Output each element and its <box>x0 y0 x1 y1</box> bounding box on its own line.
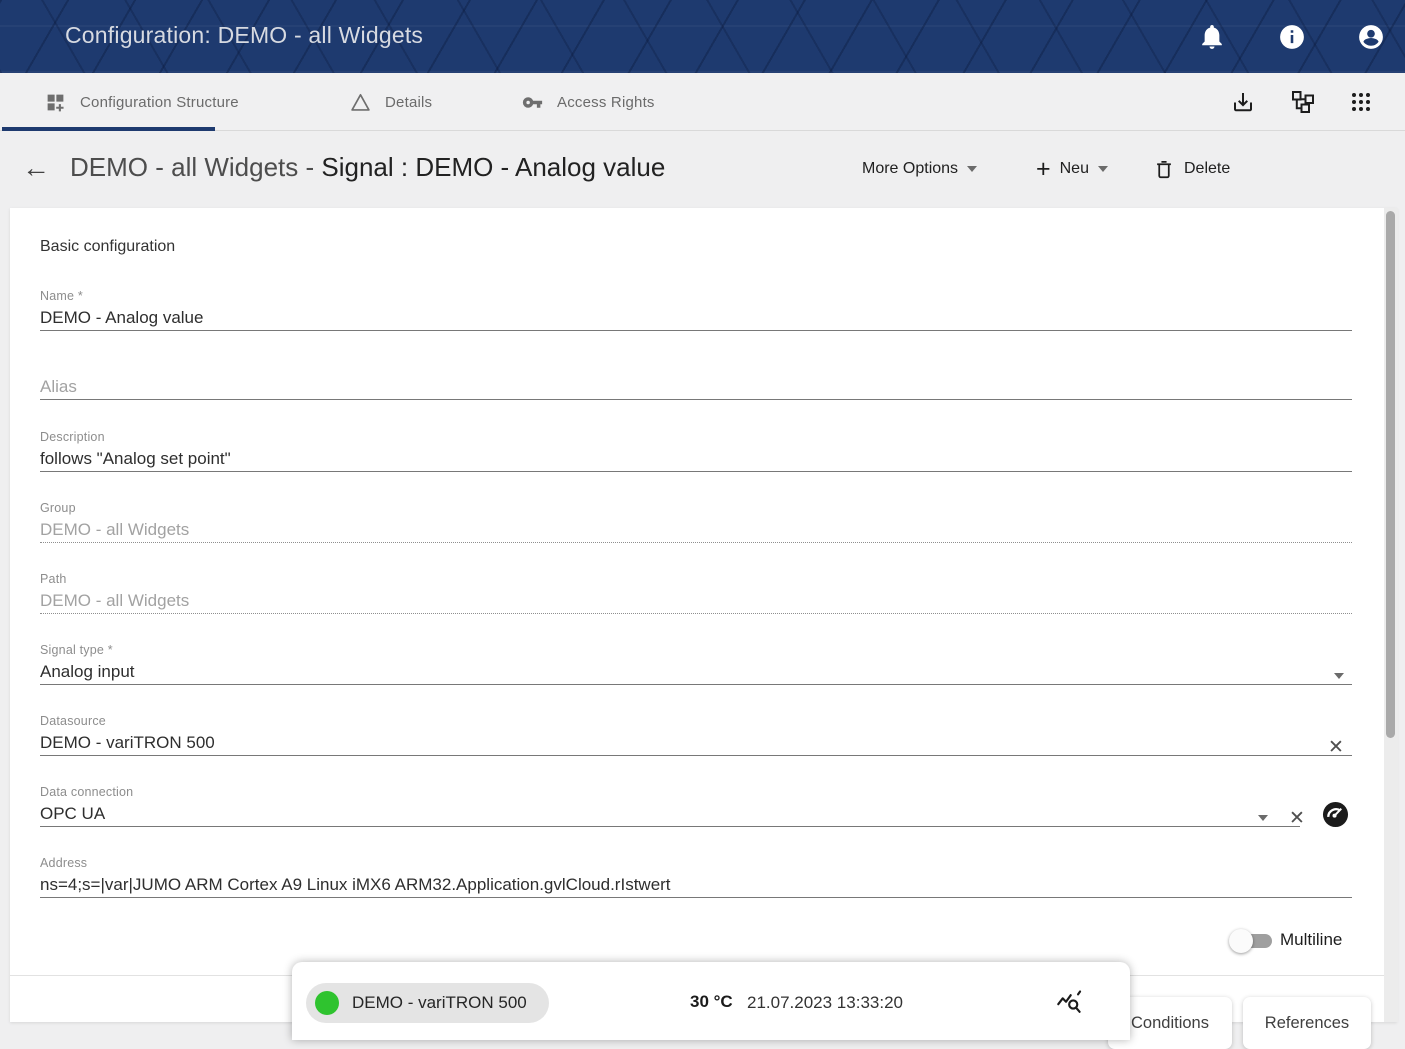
field-label: Name * <box>40 289 1352 304</box>
tab-label: Configuration Structure <box>80 94 239 111</box>
app-bar: Configuration: DEMO - all Widgets <box>0 0 1405 73</box>
field-label: Group <box>40 501 1352 516</box>
plus-icon: + <box>1036 156 1051 182</box>
app-title: Configuration: DEMO - all Widgets <box>65 22 423 49</box>
back-arrow-icon[interactable]: ← <box>22 149 50 187</box>
new-label: Neu <box>1060 160 1089 178</box>
download-icon[interactable] <box>1231 90 1255 114</box>
device-chip[interactable]: DEMO - variTRON 500 <box>306 983 549 1023</box>
toolbar: ← DEMO - all Widgets - Signal : DEMO - A… <box>0 131 1405 208</box>
more-options-button[interactable]: More Options <box>862 154 977 184</box>
field-label: Data connection <box>40 785 1300 800</box>
chevron-down-icon[interactable] <box>1258 815 1268 821</box>
toggle-knob[interactable] <box>1229 929 1253 953</box>
temperature-value: 30 °C <box>690 992 733 1012</box>
info-icon[interactable] <box>1278 23 1306 51</box>
delete-label: Delete <box>1184 160 1230 178</box>
path-field: Path DEMO - all Widgets <box>40 572 1352 614</box>
chevron-down-icon <box>967 166 977 172</box>
field-value: DEMO - all Widgets <box>40 520 1352 542</box>
alias-field[interactable]: Alias <box>40 358 1352 400</box>
more-options-label: More Options <box>862 160 958 178</box>
signal-type-select[interactable]: Signal type * Analog input <box>40 643 1352 685</box>
field-value[interactable]: Analog input <box>40 662 1352 684</box>
warning-triangle-icon <box>350 92 371 113</box>
field-value[interactable]: DEMO - variTRON 500 <box>40 733 1352 755</box>
tab-details[interactable]: Details <box>350 73 432 131</box>
field-value: DEMO - all Widgets <box>40 591 1352 613</box>
address-field[interactable]: Address ns=4;s=|var|JUMO ARM Cortex A9 L… <box>40 856 1352 898</box>
trash-icon <box>1153 158 1175 180</box>
description-field[interactable]: Description follows "Analog set point" <box>40 430 1352 472</box>
scrollbar-thumb[interactable] <box>1386 211 1395 738</box>
timestamp: 21.07.2023 13:33:20 <box>747 993 903 1013</box>
online-status-dot-icon <box>315 991 339 1015</box>
multiline-label: Multiline <box>1280 930 1342 950</box>
device-status-bar: DEMO - variTRON 500 30 °C 21.07.2023 13:… <box>292 962 1130 1040</box>
field-label: Path <box>40 572 1352 587</box>
new-button[interactable]: + Neu <box>1036 154 1108 184</box>
group-field: Group DEMO - all Widgets <box>40 501 1352 543</box>
chevron-down-icon[interactable] <box>1334 673 1344 679</box>
clear-icon[interactable]: ✕ <box>1328 738 1344 757</box>
field-value[interactable]: follows "Analog set point" <box>40 449 1352 471</box>
tab-access-rights[interactable]: Access Rights <box>522 73 655 131</box>
section-title: Basic configuration <box>40 238 175 256</box>
notifications-bell-icon[interactable] <box>1198 23 1226 51</box>
scrollbar-track <box>1384 208 1398 1022</box>
device-name: DEMO - variTRON 500 <box>352 993 527 1013</box>
connection-test-gauge-icon[interactable] <box>1322 801 1349 828</box>
page-title: DEMO - all Widgets - Signal : DEMO - Ana… <box>70 152 665 183</box>
references-button[interactable]: References <box>1243 997 1371 1049</box>
data-connection-select[interactable]: Data connection OPC UA ✕ <box>40 785 1300 827</box>
delete-button[interactable]: Delete <box>1153 154 1230 184</box>
dashboard-customize-icon <box>45 92 66 113</box>
key-icon <box>522 92 543 113</box>
tab-label: Access Rights <box>557 94 655 111</box>
field-value[interactable]: ns=4;s=|var|JUMO ARM Cortex A9 Linux iMX… <box>40 875 1352 897</box>
name-field[interactable]: Name * DEMO - Analog value <box>40 289 1352 331</box>
multiline-row: Multiline <box>10 924 1352 964</box>
apps-grid-icon[interactable] <box>1349 90 1373 114</box>
field-value[interactable]: DEMO - Analog value <box>40 308 1352 330</box>
breadcrumb-current: Signal : DEMO - Analog value <box>321 152 665 182</box>
field-placeholder[interactable]: Alias <box>40 377 1352 399</box>
tab-label: Details <box>385 94 432 111</box>
account-icon[interactable] <box>1357 23 1385 51</box>
field-value[interactable]: OPC UA <box>40 804 1300 826</box>
clear-icon[interactable]: ✕ <box>1289 809 1305 828</box>
multiline-toggle[interactable] <box>1232 934 1272 948</box>
tab-configuration-structure[interactable]: Configuration Structure <box>45 73 239 131</box>
field-label: Signal type * <box>40 643 1352 658</box>
field-label: Address <box>40 856 1352 871</box>
datasource-field[interactable]: Datasource DEMO - variTRON 500 ✕ <box>40 714 1352 756</box>
configuration-form-card: Basic configuration Name * DEMO - Analog… <box>10 208 1397 1022</box>
chevron-down-icon <box>1098 166 1108 172</box>
field-label: Datasource <box>40 714 1352 729</box>
tab-bar: Configuration Structure Details Access R… <box>0 73 1405 131</box>
query-stats-icon[interactable] <box>1056 989 1083 1016</box>
schema-icon[interactable] <box>1291 90 1315 114</box>
field-label: Description <box>40 430 1352 445</box>
breadcrumb-parent: DEMO - all Widgets - <box>70 152 321 182</box>
